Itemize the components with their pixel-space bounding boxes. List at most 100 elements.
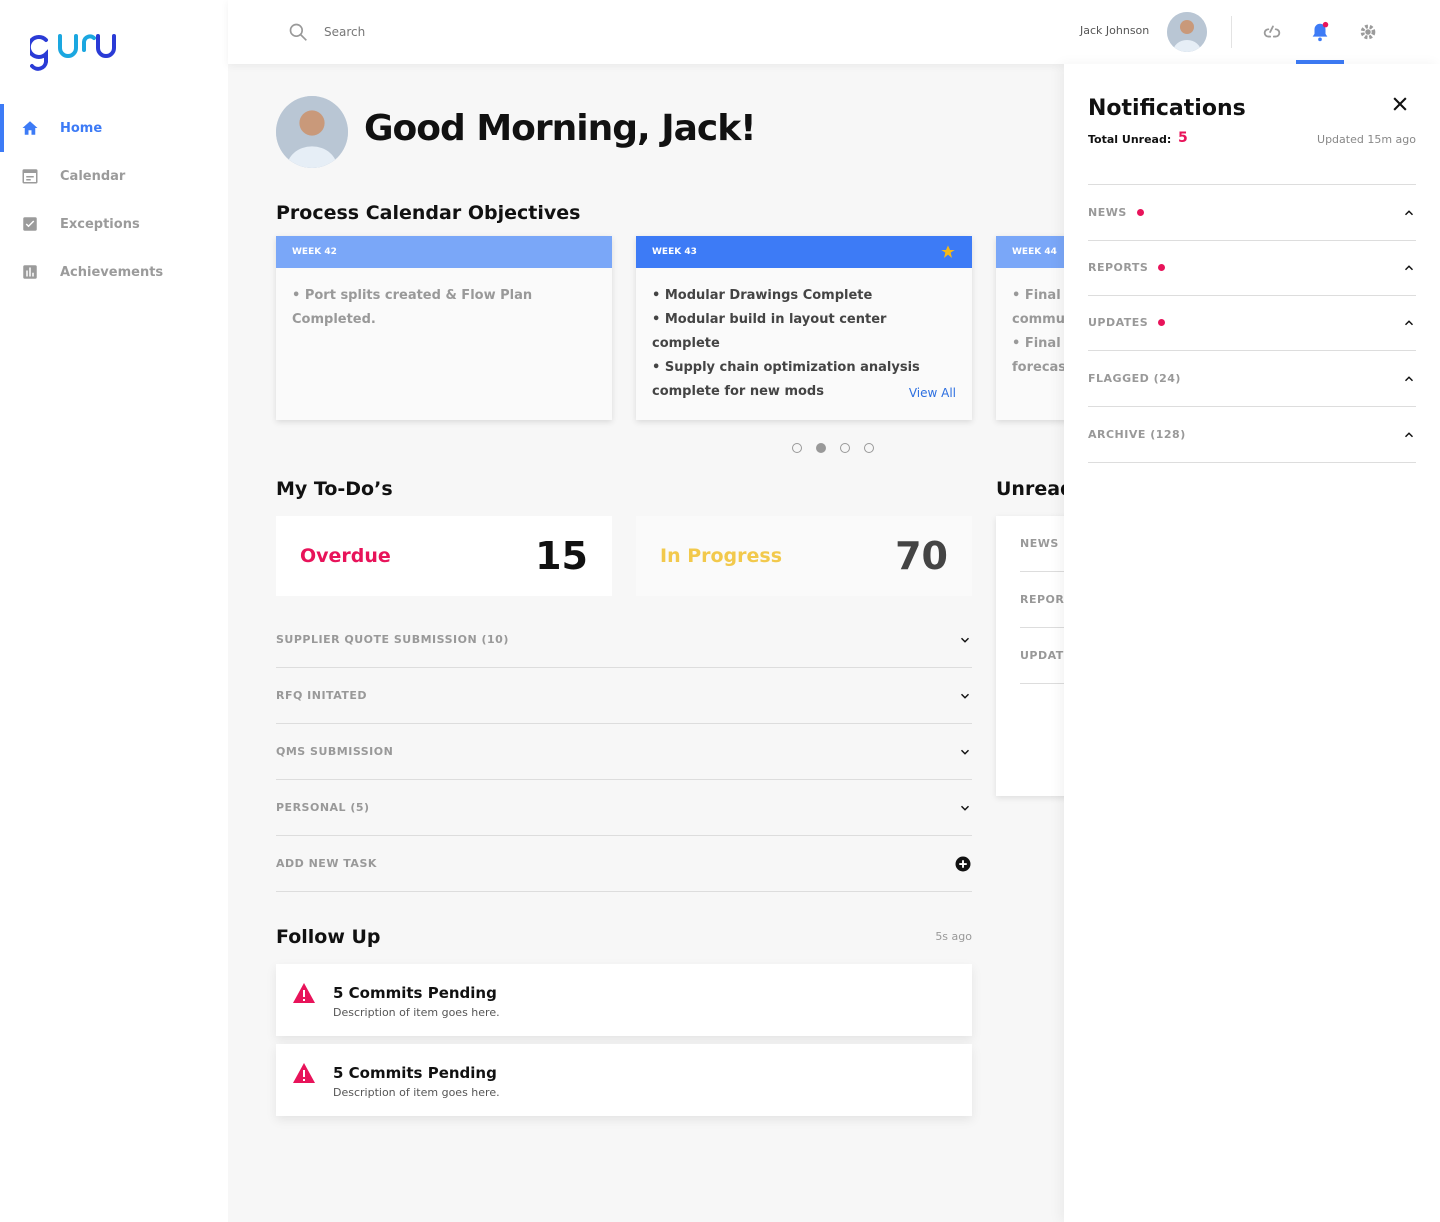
notification-row-text: ARCHIVE (128) — [1088, 428, 1186, 441]
follow-up-item-description: Description of item goes here. — [333, 1006, 500, 1019]
carousel-dot-active[interactable] — [816, 443, 826, 453]
objective-item: • Modular build in layout center complet… — [652, 312, 887, 351]
updated-timestamp: Updated 15m ago — [1317, 133, 1416, 146]
objective-item: • Port splits created & Flow Plan Comple… — [292, 288, 533, 327]
follow-up-item[interactable]: 5 Commits Pending Description of item go… — [276, 964, 972, 1036]
week-header: WEEK 44 — [996, 236, 1064, 268]
sidebar-item-exceptions[interactable]: Exceptions — [0, 200, 228, 248]
sidebar-item-label: Exceptions — [60, 216, 140, 232]
carousel-dot[interactable] — [864, 443, 874, 453]
chevron-up-icon — [1404, 375, 1414, 381]
objective-item: commu — [1012, 312, 1064, 327]
todo-row[interactable]: SUPPLIER QUOTE SUBMISSION (10) — [276, 612, 972, 668]
chevron-down-icon — [960, 637, 970, 643]
unread-panel: NEWS REPOR UPDAT — [996, 516, 1064, 796]
topbar: Jack Johnson — [228, 0, 1440, 64]
notification-row-label: FLAGGED (24) — [1088, 372, 1181, 385]
notification-row-news[interactable]: NEWS — [1088, 185, 1416, 241]
bar-chart-icon — [20, 262, 40, 282]
total-unread-count: 5 — [1178, 130, 1188, 146]
sidebar-nav: Home Calendar Exceptions Achievements — [0, 104, 228, 296]
follow-up-title: Follow Up — [276, 926, 381, 948]
gear-icon[interactable] — [1356, 20, 1380, 44]
unread-row-label: REPOR — [1020, 593, 1064, 606]
follow-up-item[interactable]: 5 Commits Pending Description of item go… — [276, 1044, 972, 1116]
todo-row-label: RFQ INITATED — [276, 689, 368, 702]
sidebar-item-label: Achievements — [60, 264, 164, 280]
chevron-up-icon — [1404, 319, 1414, 325]
bell-icon[interactable] — [1308, 20, 1332, 44]
checkbox-icon — [20, 214, 40, 234]
carousel-dot[interactable] — [792, 443, 802, 453]
notification-row-text: FLAGGED (24) — [1088, 372, 1181, 385]
chevron-up-icon — [1404, 264, 1414, 270]
carousel-dot[interactable] — [840, 443, 850, 453]
unread-dot — [1158, 264, 1166, 271]
notification-row-flagged[interactable]: FLAGGED (24) — [1088, 351, 1416, 407]
week-header: WEEK 43 — [636, 236, 972, 268]
todo-row-label: SUPPLIER QUOTE SUBMISSION (10) — [276, 633, 509, 646]
notification-row-label: ARCHIVE (128) — [1088, 428, 1186, 441]
todos-title: My To-Do’s — [276, 478, 393, 500]
home-icon — [20, 118, 40, 138]
sidebar-item-calendar[interactable]: Calendar — [0, 152, 228, 200]
overdue-label: Overdue — [300, 545, 391, 567]
notification-row-updates[interactable]: UPDATES — [1088, 295, 1416, 351]
week-label: WEEK 44 — [1012, 247, 1057, 257]
objective-item: • Final I — [1012, 336, 1064, 351]
star-icon[interactable] — [940, 244, 956, 260]
add-circle-icon[interactable] — [954, 855, 972, 873]
notifications-panel: Notifications Total Unread: 5 Updated 15… — [1064, 64, 1440, 1222]
search-input[interactable] — [324, 20, 624, 44]
chevron-down-icon — [960, 749, 970, 755]
sidebar-item-achievements[interactable]: Achievements — [0, 248, 228, 296]
add-task-row[interactable]: ADD NEW TASK — [276, 836, 972, 892]
follow-up-item-title: 5 Commits Pending — [333, 984, 497, 1002]
todo-row[interactable]: RFQ INITATED — [276, 668, 972, 724]
notification-row-reports[interactable]: REPORTS — [1088, 240, 1416, 296]
close-icon[interactable] — [1390, 94, 1410, 114]
notification-row-label: REPORTS — [1088, 261, 1166, 274]
in-progress-label: In Progress — [660, 545, 783, 567]
chevron-up-icon — [1404, 431, 1414, 437]
avatar[interactable] — [1167, 12, 1207, 52]
sidebar-item-home[interactable]: Home — [0, 104, 228, 152]
todo-row[interactable]: PERSONAL (5) — [276, 780, 972, 836]
notifications-title: Notifications — [1088, 96, 1246, 121]
week-label: WEEK 43 — [652, 247, 697, 257]
week-card-active[interactable]: WEEK 43 • Modular Drawings Complete • Mo… — [636, 236, 972, 420]
notification-row-label: NEWS — [1088, 206, 1144, 219]
link-icon[interactable] — [1260, 20, 1284, 44]
unread-dot — [1158, 319, 1166, 326]
follow-up-item-description: Description of item goes here. — [333, 1086, 500, 1099]
view-all-link[interactable]: View All — [909, 386, 956, 400]
main-content: Good Morning, Jack! Process Calendar Obj… — [228, 64, 1064, 1222]
todo-row-label: PERSONAL (5) — [276, 801, 370, 814]
objective-item: • Modular Drawings Complete — [652, 288, 873, 303]
todo-row[interactable]: QMS SUBMISSION — [276, 724, 972, 780]
carousel-pagination — [792, 443, 874, 453]
chevron-down-icon — [960, 805, 970, 811]
guru-logo[interactable] — [30, 26, 120, 76]
unread-title: Unread — [996, 478, 1064, 500]
unread-row-news[interactable]: NEWS — [1020, 516, 1064, 572]
unread-row-updates[interactable]: UPDAT — [1020, 628, 1064, 684]
user-name[interactable]: Jack Johnson — [1080, 24, 1149, 37]
week-card[interactable]: WEEK 42 • Port splits created & Flow Pla… — [276, 236, 612, 420]
objective-item: forecas — [1012, 360, 1064, 375]
sidebar: Home Calendar Exceptions Achievements — [0, 0, 228, 1222]
notification-row-text: UPDATES — [1088, 316, 1149, 329]
week-header: WEEK 42 — [276, 236, 612, 268]
unread-row-reports[interactable]: REPOR — [1020, 572, 1064, 628]
objectives-title: Process Calendar Objectives — [276, 202, 581, 224]
notification-row-label: UPDATES — [1088, 316, 1166, 329]
in-progress-card[interactable]: In Progress 70 — [636, 516, 972, 596]
week-body: • Final I commu • Final I forecas — [996, 268, 1064, 380]
avatar — [276, 96, 348, 168]
overdue-card[interactable]: Overdue 15 — [276, 516, 612, 596]
week-card[interactable]: WEEK 44 • Final I commu • Final I foreca… — [996, 236, 1064, 420]
objective-item: • Final I — [1012, 288, 1064, 303]
topbar-divider — [1231, 16, 1232, 48]
notification-row-archive[interactable]: ARCHIVE (128) — [1088, 407, 1416, 463]
warning-icon — [293, 1063, 315, 1083]
